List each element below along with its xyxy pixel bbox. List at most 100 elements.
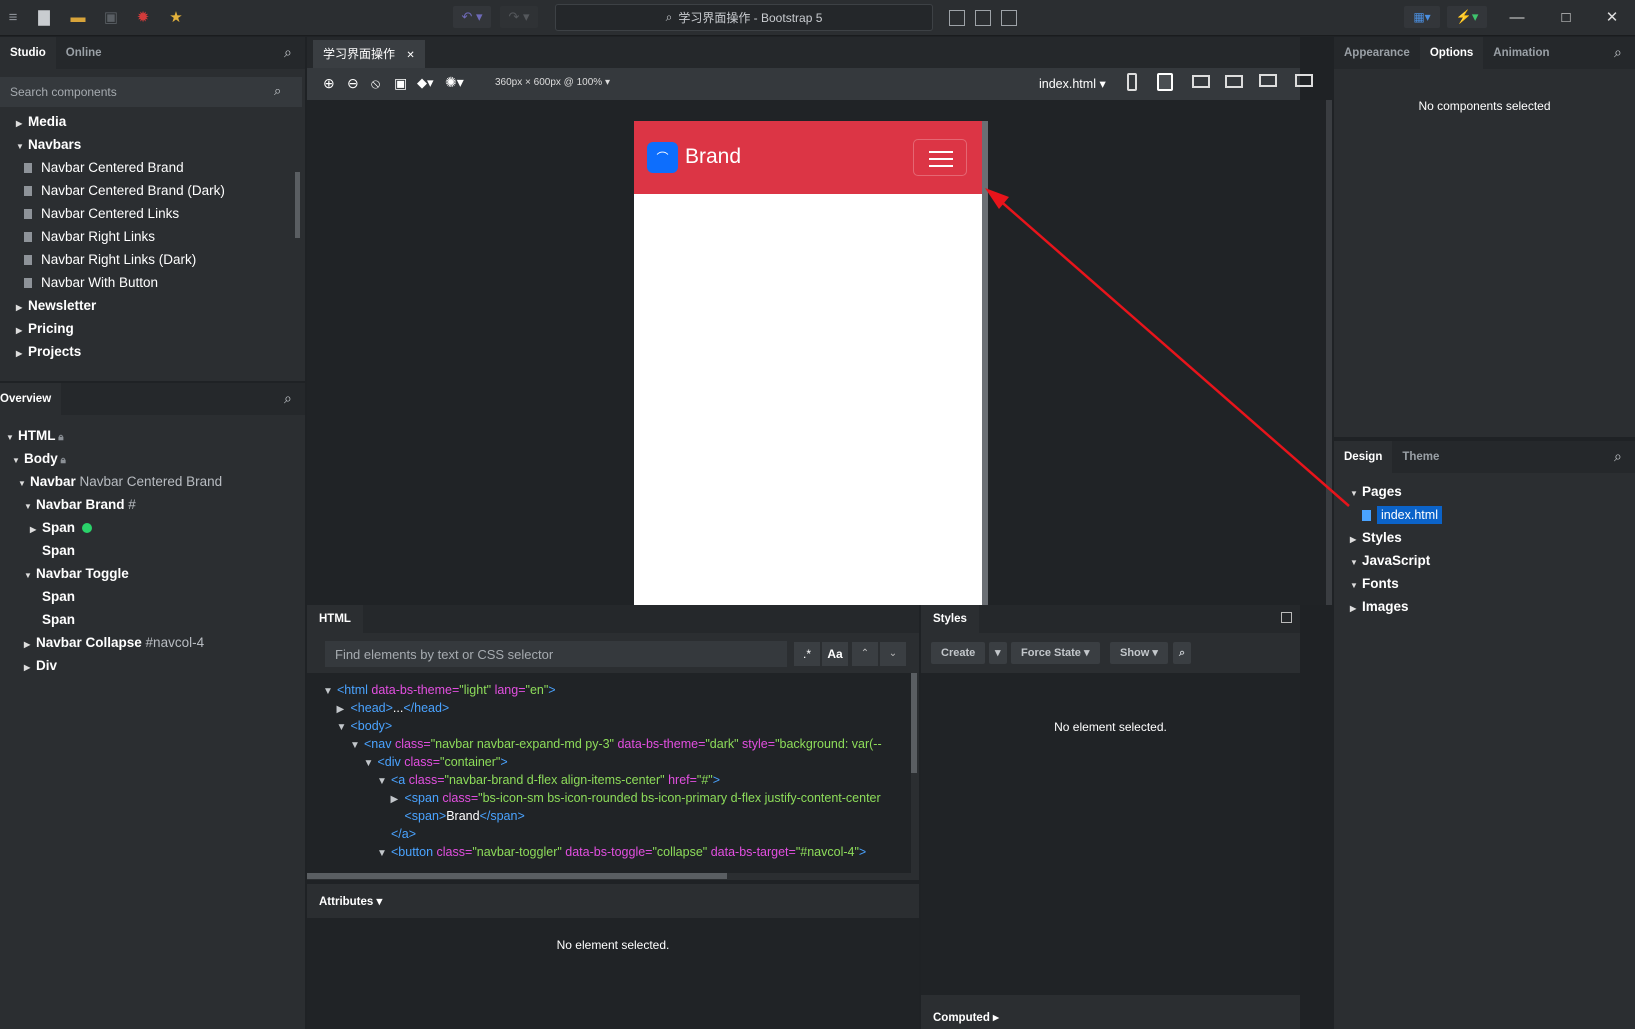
chevron-down-icon[interactable]: ▼ xyxy=(364,755,378,773)
create-button[interactable]: Create xyxy=(931,642,986,664)
search-icon[interactable]: ⌕ xyxy=(1173,642,1192,664)
new-file-icon[interactable]: ▇ xyxy=(34,6,54,28)
category-pricing[interactable]: ▶ Pricing xyxy=(16,318,74,340)
search-icon[interactable]: ⌕ xyxy=(284,44,292,61)
tree-node[interactable]: ▼ Navbar Toggle xyxy=(24,563,129,585)
chevron-down-icon[interactable]: ▼ xyxy=(24,565,36,587)
page-item[interactable]: index.html xyxy=(1362,504,1442,526)
chevron-down-icon[interactable]: ▼ xyxy=(377,845,391,863)
device-desktop-icon[interactable] xyxy=(1259,74,1277,87)
code-line[interactable]: ▼ <html data-bs-theme="light" lang="en"> xyxy=(323,681,556,699)
chevron-right-icon[interactable]: ▶ xyxy=(1350,598,1362,620)
chevron-right-icon[interactable]: ▶ xyxy=(16,343,28,365)
code-line[interactable]: ▶ <head>...</head> xyxy=(337,699,450,717)
export-button[interactable]: ⚡▾ xyxy=(1447,6,1487,28)
device-wide-icon-frame[interactable] xyxy=(1295,74,1313,87)
attributes-title[interactable]: Attributes ▾ xyxy=(319,894,382,908)
chevron-down-icon[interactable]: ▼ xyxy=(323,683,337,701)
find-elements-input[interactable]: Find elements by text or CSS selector xyxy=(325,641,787,667)
rotate-icon[interactable]: ⦸ xyxy=(371,75,380,92)
tree-node[interactable]: ▼ Navbar Brand # xyxy=(24,494,136,516)
tree-node[interactable]: Span xyxy=(30,540,75,562)
brand-icon[interactable]: ⌒ xyxy=(647,142,678,173)
html-code-view[interactable]: ▼ <html data-bs-theme="light" lang="en"> ▶… xyxy=(307,673,911,873)
tab-design[interactable]: Design xyxy=(1334,441,1393,473)
code-line[interactable]: ▼ <a class="navbar-brand d-flex align-ite… xyxy=(377,771,720,789)
search-icon[interactable]: ⌕ xyxy=(1614,44,1622,61)
chevron-down-icon[interactable]: ▼ xyxy=(1350,552,1362,574)
regex-button[interactable]: .* xyxy=(794,642,820,666)
component-item[interactable]: Navbar With Button xyxy=(24,272,158,294)
device-tablet-landscape-icon[interactable] xyxy=(1192,75,1210,88)
create-dropdown[interactable]: ▾ xyxy=(989,642,1007,664)
save-icon[interactable]: ▣ xyxy=(101,6,121,28)
design-section-pages[interactable]: ▼ Pages xyxy=(1350,481,1402,503)
tree-node[interactable]: Span xyxy=(30,609,75,631)
open-folder-icon[interactable]: ▬ xyxy=(67,6,89,28)
star-icon[interactable]: ★ xyxy=(165,6,187,28)
tree-node[interactable]: ▶ Div xyxy=(24,655,57,677)
chevron-right-icon[interactable]: ▶ xyxy=(1350,529,1362,551)
chevron-right-icon[interactable]: ▶ xyxy=(16,297,28,319)
tree-node[interactable]: ▶ Span xyxy=(30,517,93,539)
tab-studio[interactable]: Studio xyxy=(0,37,56,69)
chevron-down-icon[interactable]: ▼ xyxy=(24,496,36,518)
next-match-button[interactable]: ⌄ xyxy=(880,642,906,666)
chevron-right-icon[interactable]: ▶ xyxy=(24,657,36,679)
chevron-down-icon[interactable]: ▼ xyxy=(1350,575,1362,597)
preview-navbar[interactable]: ⌒ Brand xyxy=(634,121,982,194)
match-case-button[interactable]: Aa xyxy=(822,642,848,666)
preview-page[interactable]: ⌒ Brand xyxy=(634,121,988,605)
code-line[interactable]: ▶ <span class="bs-icon-sm bs-icon-rounded… xyxy=(391,789,881,807)
zoom-out-icon[interactable]: ⊖ xyxy=(347,75,359,92)
code-line[interactable]: ▼ <div class="container"> xyxy=(364,753,508,771)
code-line[interactable]: </a> xyxy=(377,825,416,843)
tab-overview[interactable]: Overview xyxy=(0,383,62,415)
component-item[interactable]: Navbar Right Links (Dark) xyxy=(24,249,196,271)
layout-bottom-icon[interactable] xyxy=(1001,10,1017,26)
layout-left-icon[interactable] xyxy=(949,10,965,26)
title-search[interactable]: ⌕ 学习界面操作 - Bootstrap 5 xyxy=(555,4,933,31)
undo-button[interactable]: ↶ ▾ xyxy=(453,6,491,28)
search-icon[interactable]: ⌕ xyxy=(284,390,292,407)
preview-button[interactable]: ▦▾ xyxy=(1404,6,1440,28)
chevron-down-icon[interactable]: ▼ xyxy=(350,737,364,755)
size-readout[interactable]: 360px × 600px @ 100% ▾ xyxy=(495,77,610,88)
minimize-icon[interactable]: — xyxy=(1507,6,1527,28)
maximize-icon[interactable]: □ xyxy=(1556,6,1576,28)
chevron-down-icon[interactable]: ▼ xyxy=(337,719,351,737)
code-line[interactable]: ▼ <button class="navbar-toggler" data-bs-… xyxy=(377,843,866,861)
design-section-javascript[interactable]: ▼ JavaScript xyxy=(1350,550,1430,572)
search-icon[interactable]: ⌕ xyxy=(1614,448,1622,465)
brand-text[interactable]: Brand xyxy=(685,145,741,169)
tab-styles[interactable]: Styles xyxy=(921,605,979,633)
tree-node[interactable]: ▼ Navbar Navbar Centered Brand xyxy=(18,471,222,493)
chevron-down-icon[interactable]: ▼ xyxy=(377,773,391,791)
prev-match-button[interactable]: ⌃ xyxy=(852,642,878,666)
image-icon[interactable]: ▣ xyxy=(394,75,407,92)
category-projects[interactable]: ▶ Projects xyxy=(16,341,81,363)
category-media[interactable]: ▶ Media xyxy=(16,111,66,133)
zoom-in-icon[interactable]: ⊕ xyxy=(323,75,335,92)
design-section-images[interactable]: ▶ Images xyxy=(1350,596,1409,618)
computed-toggle[interactable]: Computed ▸ xyxy=(933,1010,999,1024)
close-tab-icon[interactable]: ✕ xyxy=(406,50,414,61)
brightness-icon[interactable]: ✺▾ xyxy=(445,74,464,91)
component-item[interactable]: Navbar Centered Brand xyxy=(24,157,184,179)
tree-node[interactable]: ▼ Body 🔒︎ xyxy=(12,448,66,470)
tab-html[interactable]: HTML xyxy=(307,605,363,633)
chevron-down-icon[interactable]: ▼ xyxy=(6,427,18,449)
settings-gear-icon[interactable]: ✹ xyxy=(133,6,153,28)
chevron-right-icon[interactable]: ▶ xyxy=(16,320,28,342)
tree-node[interactable]: ▼ HTML 🔒︎ xyxy=(6,425,64,447)
chevron-right-icon[interactable]: ▶ xyxy=(16,113,28,135)
tab-theme[interactable]: Theme xyxy=(1392,441,1449,473)
search-components-input[interactable]: Search components ⌕ xyxy=(0,77,302,107)
component-item[interactable]: Navbar Right Links xyxy=(24,226,155,248)
chevron-right-icon[interactable]: ▶ xyxy=(24,634,36,656)
chevron-down-icon[interactable]: ▼ xyxy=(1350,483,1362,505)
code-scrollbar-v[interactable] xyxy=(911,673,917,773)
chevron-down-icon[interactable]: ▼ xyxy=(12,450,24,472)
device-tablet-icon[interactable] xyxy=(1157,73,1173,91)
navbar-toggler[interactable] xyxy=(913,139,967,176)
